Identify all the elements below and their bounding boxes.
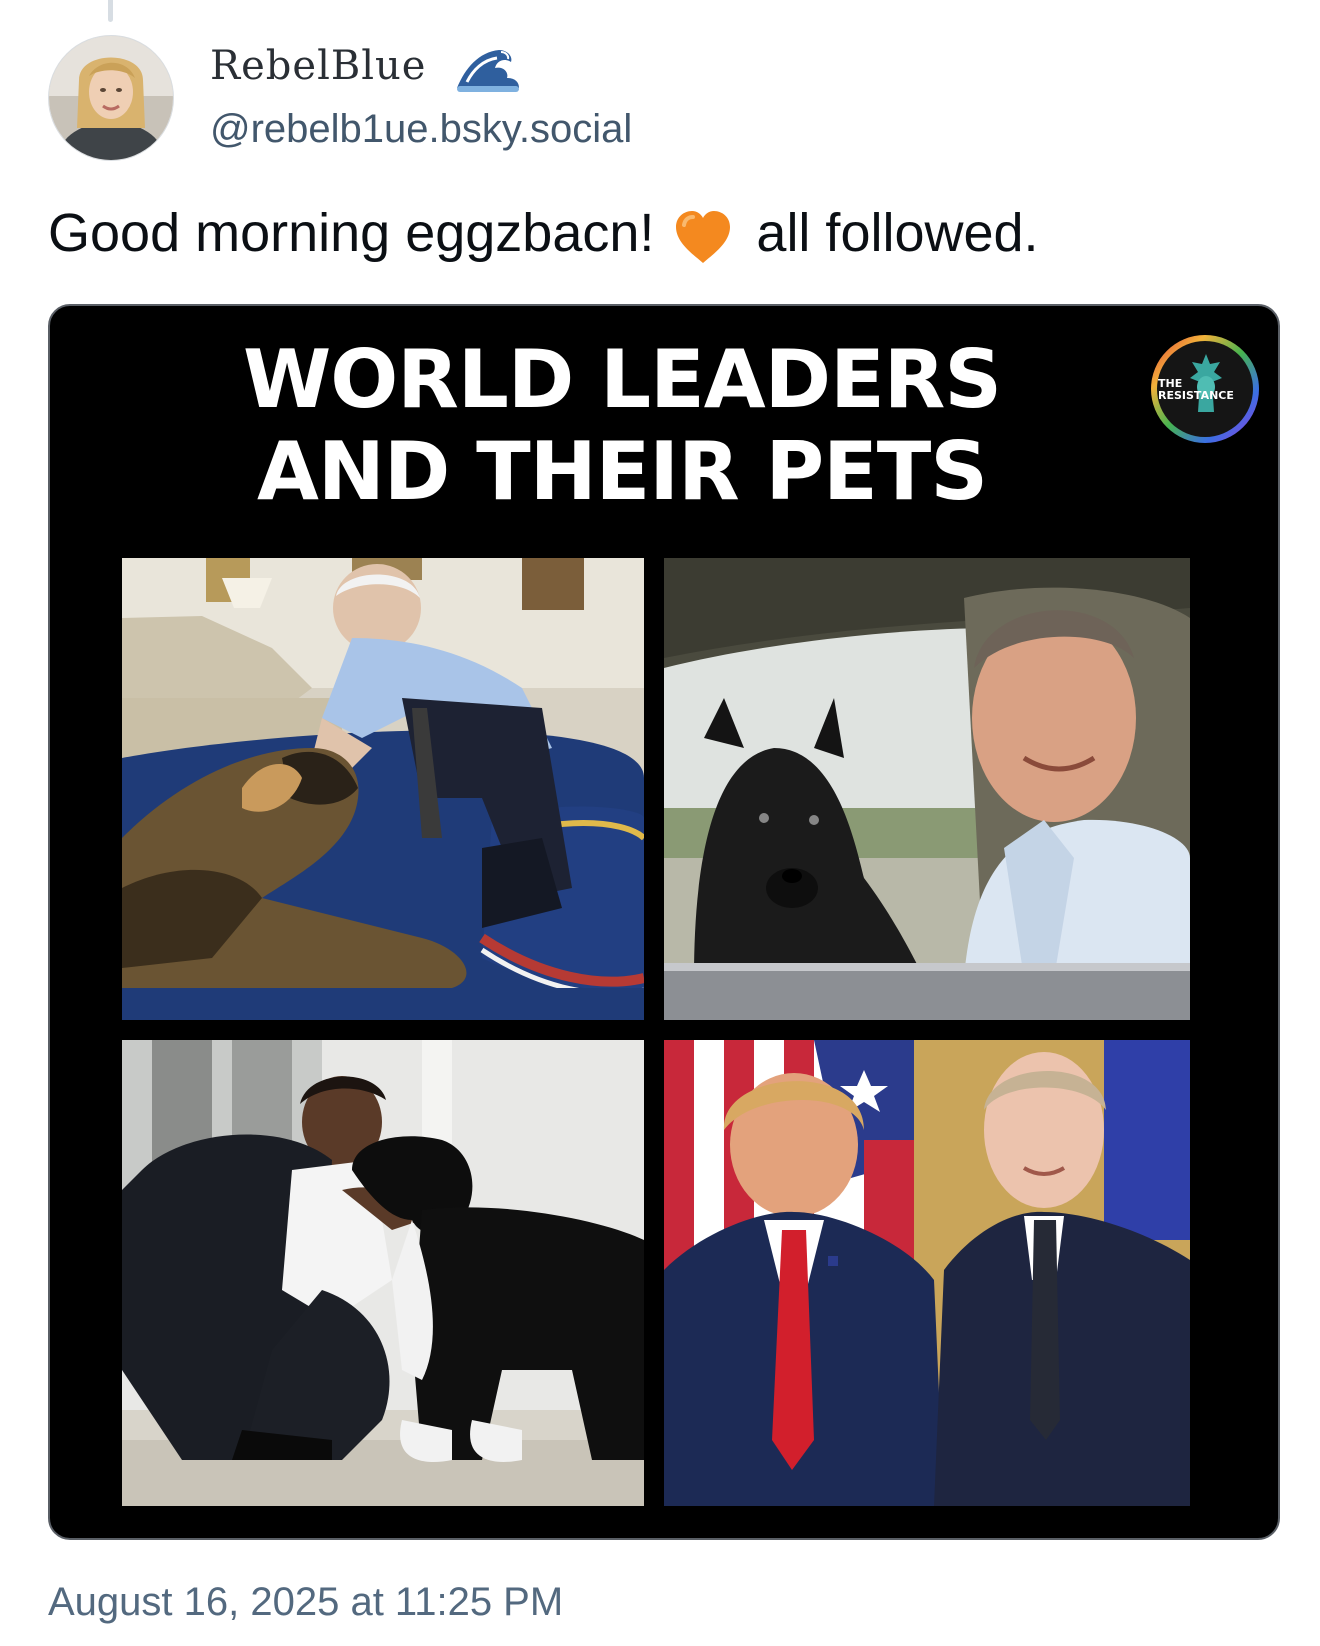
post-text: Good morning eggzbacn! all followed.	[48, 200, 1039, 266]
author-display-name[interactable]: RebelBlue	[210, 42, 426, 90]
photo-man-petting-black-white-dog	[122, 1040, 644, 1506]
photo-man-with-black-scottish-terrier	[664, 558, 1190, 1020]
author-avatar[interactable]	[48, 35, 174, 161]
meme-title-line-2: AND THEIR PETS	[257, 425, 988, 518]
meme-title-line-1: WORLD LEADERS	[243, 333, 1002, 426]
orange-heart-icon	[674, 209, 732, 265]
avatar-photo	[49, 36, 173, 160]
post-text-start: Good morning eggzbacn!	[48, 203, 655, 263]
meme-title: WORLD LEADERS AND THEIR PETS	[50, 334, 1278, 518]
photo-two-men-in-suits-flags	[664, 1040, 1190, 1506]
thread-connector-line	[108, 0, 113, 22]
post-image[interactable]: WORLD LEADERS AND THEIR PETS THE RESISTA…	[48, 304, 1280, 1540]
ocean-wave-icon	[457, 50, 519, 92]
author-handle[interactable]: @rebelb1ue.bsky.social	[210, 105, 632, 153]
post-timestamp[interactable]: August 16, 2025 at 11:25 PM	[48, 1578, 563, 1626]
resistance-logo-text: THE RESISTANCE	[1158, 378, 1234, 402]
post-text-end: all followed.	[756, 203, 1039, 263]
logo-text-line-2: RESISTANCE	[1158, 389, 1234, 402]
photo-man-petting-german-shepherd	[122, 558, 644, 1020]
